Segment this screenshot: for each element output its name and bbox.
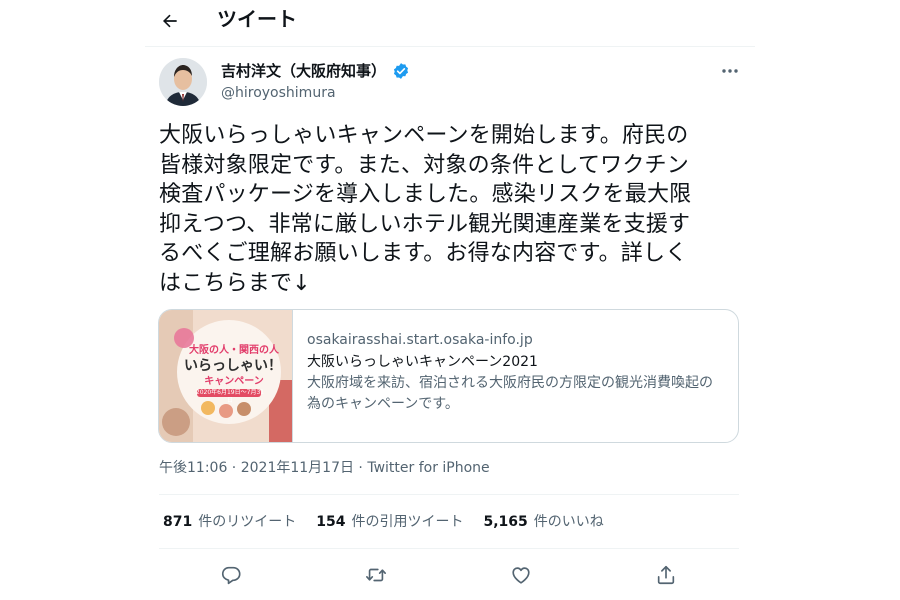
stat-label: 件のいいね	[533, 514, 604, 530]
meta-separator: ·	[227, 460, 241, 476]
stat-count: 154	[316, 514, 346, 530]
thumb-line1: 大阪の人・関西の人	[189, 345, 279, 356]
quote-tweet-count[interactable]: 154 件の引用ツイート	[316, 512, 463, 532]
avatar[interactable]	[159, 58, 207, 106]
retweet-button[interactable]	[363, 562, 389, 588]
tweet-stats: 871 件のリツイート 154 件の引用ツイート 5,165 件のいいね	[163, 512, 604, 532]
heart-icon	[512, 567, 530, 584]
card-title: 大阪いらっしゃいキャンペーン2021	[307, 354, 538, 370]
card-body: osakairasshai.start.osaka-info.jp 大阪いらっし…	[293, 310, 738, 442]
stat-label: 件のリツイート	[198, 514, 297, 530]
tweet-meta: 午後11:06 · 2021年11月17日 · Twitter for iPho…	[159, 458, 490, 478]
share-button[interactable]	[653, 562, 679, 588]
card-thumbnail: 大阪の人・関西の人 いらっしゃい！ キャンペーン 2020年6月19日〜7月31…	[159, 310, 293, 442]
card-description: 大阪府域を来訪、宿泊される大阪府民の方限定の観光消費喚起の為のキャンペーンです。	[307, 375, 713, 412]
divider	[159, 494, 739, 495]
tweet-date[interactable]: 2021年11月17日	[241, 460, 354, 476]
like-button[interactable]	[508, 562, 534, 588]
author-handle[interactable]: @hiroyoshimura	[221, 83, 336, 103]
header-bar: ツイート	[145, 0, 755, 47]
avatar-image	[159, 58, 207, 106]
tweet-text: 大阪いらっしゃいキャンペーンを開始します。府民の 皆様対象限定です。また、対象の…	[159, 123, 692, 296]
page-title: ツイート	[217, 7, 297, 31]
share-icon	[657, 565, 675, 585]
verified-badge-icon	[393, 63, 409, 79]
tweet-time[interactable]: 午後11:06	[159, 460, 227, 476]
back-button[interactable]	[157, 8, 183, 34]
tweet-source[interactable]: Twitter for iPhone	[367, 460, 489, 476]
tweet-page: ツイート 吉村洋文（大阪府知事） @hiroyoshimura 大阪いらっしゃい…	[0, 0, 900, 600]
stat-count: 871	[163, 514, 193, 530]
thumb-line2: いらっしゃい！	[184, 358, 282, 374]
link-card[interactable]: 大阪の人・関西の人 いらっしゃい！ キャンペーン 2020年6月19日〜7月31…	[158, 309, 739, 443]
retweet-icon	[366, 568, 386, 582]
tweet-column: ツイート 吉村洋文（大阪府知事） @hiroyoshimura 大阪いらっしゃい…	[145, 0, 755, 600]
author-name-text: 吉村洋文（大阪府知事）	[221, 62, 387, 80]
stat-count: 5,165	[483, 514, 528, 530]
stat-label: 件の引用ツイート	[351, 514, 464, 530]
arrow-left-icon	[163, 14, 177, 28]
more-horizontal-icon	[722, 69, 738, 73]
thumb-line3: キャンペーン	[204, 376, 264, 387]
thumb-dates: 2020年6月19日〜7月31日	[195, 389, 265, 404]
author-name[interactable]: 吉村洋文（大阪府知事）	[221, 61, 410, 81]
action-bar	[145, 562, 755, 588]
card-domain: osakairasshai.start.osaka-info.jp	[307, 332, 533, 348]
meta-separator: ·	[353, 460, 368, 476]
reply-icon	[221, 566, 241, 585]
reply-button[interactable]	[218, 562, 244, 588]
divider	[159, 548, 739, 549]
like-count[interactable]: 5,165 件のいいね	[483, 512, 603, 532]
more-options-button[interactable]	[717, 62, 743, 80]
retweet-count[interactable]: 871 件のリツイート	[163, 512, 296, 532]
